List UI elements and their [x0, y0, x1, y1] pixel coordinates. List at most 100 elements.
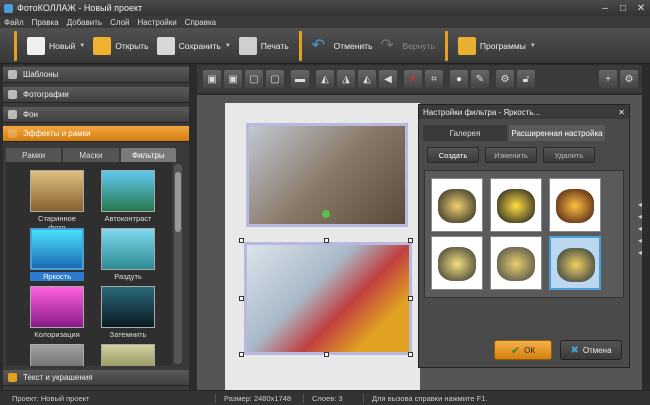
- flip-horizontal-icon[interactable]: ◭: [358, 70, 376, 88]
- gear-icon[interactable]: ⚙: [496, 70, 514, 88]
- cancel-button[interactable]: ✖ Отмена: [560, 340, 622, 360]
- title-bar: ФотоКОЛЛАЖ - Новый проект – □ ✕: [0, 0, 650, 16]
- resize-handle[interactable]: [239, 352, 244, 357]
- status-size: Размер: 2480x1748: [216, 393, 304, 403]
- menu-help[interactable]: Справка: [185, 18, 216, 27]
- printer-icon: [238, 36, 257, 55]
- delete-button[interactable]: Удалить: [543, 147, 595, 163]
- tab-masks[interactable]: Маски: [63, 148, 119, 162]
- menu-layer[interactable]: Слой: [110, 18, 129, 27]
- filter-thumb[interactable]: Автоконтраст: [101, 170, 157, 228]
- tab-advanced[interactable]: Расширенная настройка: [509, 125, 605, 141]
- edit-button[interactable]: Изменить: [485, 147, 537, 163]
- chevron-down-icon[interactable]: ▼: [225, 43, 231, 49]
- undo-button[interactable]: ↶ Отменить: [308, 31, 377, 61]
- resize-handle[interactable]: [239, 296, 244, 301]
- delete-icon[interactable]: ✕: [404, 70, 422, 88]
- filter-thumb[interactable]: [101, 344, 157, 366]
- save-button[interactable]: Сохранить ▼: [153, 31, 235, 61]
- filter-thumb[interactable]: Затемнить: [101, 286, 157, 344]
- crop-icon[interactable]: ⌗: [425, 70, 443, 88]
- tab-frames[interactable]: Рамки: [6, 148, 62, 162]
- rotate-right-icon[interactable]: ◮: [337, 70, 355, 88]
- bring-forward-icon[interactable]: ▣: [224, 70, 242, 88]
- resize-handle[interactable]: [408, 352, 413, 357]
- chevron-left-icon[interactable]: ◂: [638, 224, 648, 233]
- bring-front-icon[interactable]: ▣: [203, 70, 221, 88]
- send-back-icon[interactable]: ▢: [266, 70, 284, 88]
- resize-handle[interactable]: [324, 238, 329, 243]
- rotate-handle[interactable]: [322, 210, 330, 218]
- page-settings-icon[interactable]: ⚙: [620, 70, 638, 88]
- minimize-icon[interactable]: –: [596, 2, 614, 14]
- save-icon: [156, 36, 175, 55]
- print-button[interactable]: Печать: [235, 31, 293, 61]
- new-document-icon: [27, 36, 45, 55]
- menu-edit[interactable]: Правка: [32, 18, 59, 27]
- folder-icon: [93, 36, 112, 55]
- filter-thumb[interactable]: Колоризация: [30, 286, 86, 344]
- open-button[interactable]: Открыть: [89, 31, 152, 61]
- close-icon[interactable]: ✕: [632, 2, 650, 14]
- chevron-left-icon[interactable]: ◂: [638, 248, 648, 257]
- dialog-actions: Создать Изменить Удалить: [427, 147, 621, 163]
- maximize-icon[interactable]: □: [614, 2, 632, 14]
- text-icon: [8, 373, 17, 382]
- align-icon[interactable]: ▬: [291, 70, 309, 88]
- section-templates[interactable]: Шаблоны: [3, 67, 189, 83]
- filter-thumb[interactable]: [30, 344, 86, 366]
- menu-file[interactable]: Файл: [4, 18, 24, 27]
- preset-item[interactable]: [431, 236, 483, 290]
- resize-handle[interactable]: [408, 296, 413, 301]
- flip-vertical-icon[interactable]: ◀: [379, 70, 397, 88]
- window-title: ФотоКОЛЛАЖ - Новый проект: [17, 3, 143, 13]
- gift-icon: [457, 36, 476, 55]
- menu-settings[interactable]: Настройки: [138, 18, 177, 27]
- preset-item[interactable]: [490, 236, 542, 290]
- section-effects[interactable]: Эффекты и рамки: [3, 126, 189, 142]
- filter-thumb[interactable]: Старинное фото: [30, 170, 86, 232]
- add-page-icon[interactable]: +: [599, 70, 617, 88]
- resize-handle[interactable]: [324, 352, 329, 357]
- app-icon: [4, 3, 13, 13]
- send-backward-icon[interactable]: ▢: [245, 70, 263, 88]
- tab-gallery[interactable]: Галерея: [423, 125, 507, 141]
- effects-icon[interactable]: ●: [450, 70, 468, 88]
- chevron-left-icon[interactable]: ◂: [638, 212, 648, 221]
- resize-handle[interactable]: [239, 238, 244, 243]
- menu-add[interactable]: Добавить: [67, 18, 102, 27]
- filter-thumb[interactable]: Яркость: [30, 228, 86, 286]
- preset-item[interactable]: [549, 178, 601, 232]
- new-button[interactable]: Новый ▼: [23, 31, 89, 61]
- thumbs-scrollbar[interactable]: [174, 164, 182, 364]
- rotate-left-icon[interactable]: ◭: [316, 70, 334, 88]
- lock-icon[interactable]: 🔓︎: [517, 70, 535, 88]
- ok-button[interactable]: ✔ ОК: [494, 340, 552, 360]
- chevron-left-icon[interactable]: ◂: [638, 236, 648, 245]
- programs-button[interactable]: Программы ▼: [454, 31, 540, 61]
- status-help: Для вызова справки нажмите F1.: [372, 393, 488, 403]
- canvas-toolbar: ▣ ▣ ▢ ▢ ▬ ◭ ◮ ◭ ◀ ✕ ⌗ ● ✎ ⚙ 🔓︎ + ⚙: [197, 65, 642, 93]
- resize-handle[interactable]: [408, 238, 413, 243]
- preset-item[interactable]: [431, 178, 483, 232]
- chevron-left-icon[interactable]: ◂: [638, 200, 648, 209]
- preset-item-selected[interactable]: [549, 236, 601, 290]
- background-icon: [8, 110, 17, 119]
- chevron-down-icon[interactable]: ▼: [530, 43, 536, 49]
- redo-button[interactable]: ↷ Вернуть: [377, 31, 439, 61]
- side-panel-toggle[interactable]: ◂ ◂ ◂ ◂ ◂: [638, 200, 648, 257]
- filter-thumb[interactable]: Раздуть: [101, 228, 157, 286]
- tab-filters[interactable]: Фильтры: [120, 148, 176, 162]
- chevron-down-icon[interactable]: ▼: [79, 43, 85, 49]
- photo-frame-bottom[interactable]: [244, 242, 412, 355]
- close-icon[interactable]: ✕: [618, 108, 625, 117]
- section-photos[interactable]: Фотографии: [3, 87, 189, 103]
- section-text[interactable]: Текст и украшения: [3, 370, 189, 386]
- section-background[interactable]: Фон: [3, 107, 189, 123]
- filter-thumbnails: Старинное фото Автоконтраст Яркость Разд…: [6, 162, 172, 366]
- preset-item[interactable]: [490, 178, 542, 232]
- color-picker-icon[interactable]: ✎: [471, 70, 489, 88]
- redo-icon: ↷: [380, 36, 394, 54]
- create-button[interactable]: Создать: [427, 147, 479, 163]
- effects-tabs: Рамки Маски Фильтры: [6, 148, 176, 162]
